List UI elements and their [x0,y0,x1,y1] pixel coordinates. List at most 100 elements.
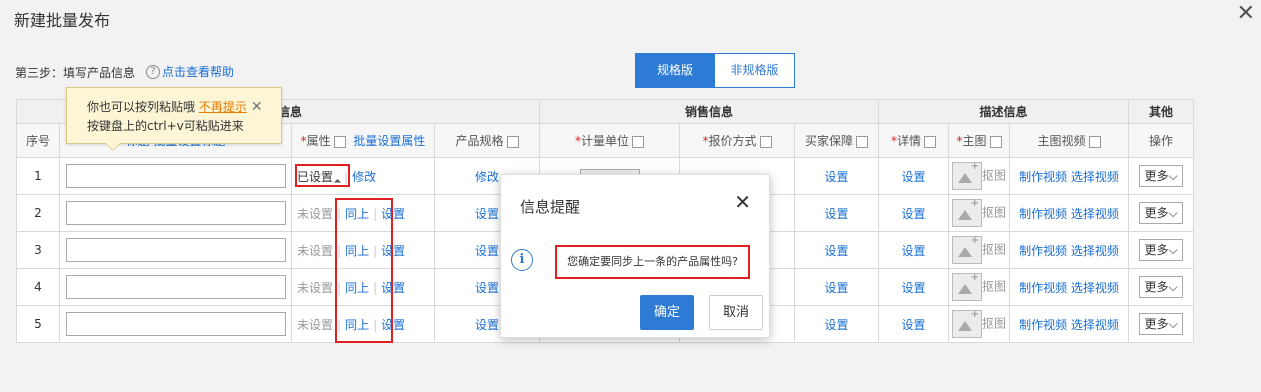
main-img-checkbox[interactable] [989,135,1002,148]
col-main-video: 主图视频 [1009,123,1130,158]
image-placeholder-icon[interactable] [952,198,982,227]
make-video-link[interactable]: 制作视频 [1019,244,1067,258]
row-detail-cell: 设置 [878,157,949,195]
spec-checkbox[interactable] [506,135,519,148]
cutout-link[interactable]: 抠图 [982,280,1006,294]
col-main-img: *主图 [947,123,1011,158]
attr-action-link[interactable]: 设置 [381,281,405,295]
title-input[interactable] [65,238,286,262]
row-op-cell: 更多⌵ [1128,194,1195,232]
detail-link[interactable]: 设置 [901,207,925,221]
guarantee-link[interactable]: 设置 [824,170,848,184]
same-above-link[interactable]: 同上 [345,207,369,221]
image-placeholder-icon[interactable] [952,272,982,301]
choose-video-link[interactable]: 选择视频 [1071,244,1119,258]
row-main-img-cell: 抠图 [947,268,1011,306]
col-unit: *计量单位 [539,123,680,158]
image-placeholder-icon[interactable] [952,309,982,338]
col-seq: 序号 [16,123,60,158]
spec-link[interactable]: 设置 [475,244,499,258]
make-video-link[interactable]: 制作视频 [1019,281,1067,295]
group-sales-info: 销售信息 [539,99,879,124]
row-attr-cell: 已设置 | 修改 [291,157,435,195]
attr-action-link[interactable]: 设置 [381,244,405,258]
more-dropdown[interactable]: 更多⌵ [1139,313,1183,335]
cutout-link[interactable]: 抠图 [982,206,1006,220]
guarantee-link[interactable]: 设置 [824,244,848,258]
confirm-button[interactable]: 确定 [640,295,694,330]
make-video-link[interactable]: 制作视频 [1019,207,1067,221]
guarantee-link[interactable]: 设置 [824,207,848,221]
cutout-link[interactable]: 抠图 [982,169,1006,183]
row-detail-cell: 设置 [878,231,949,269]
guarantee-link[interactable]: 设置 [824,318,848,332]
dont-show-again-link[interactable]: 不再提示 [199,100,247,114]
choose-video-link[interactable]: 选择视频 [1071,318,1119,332]
spec-link[interactable]: 修改 [475,170,499,184]
title-input[interactable] [65,312,286,336]
detail-link[interactable]: 设置 [901,170,925,184]
row-main-img-cell: 抠图 [947,305,1011,343]
row-op-cell: 更多⌵ [1128,305,1195,343]
choose-video-link[interactable]: 选择视频 [1071,281,1119,295]
detail-link[interactable]: 设置 [901,318,925,332]
row-op-cell: 更多⌵ [1128,157,1195,195]
more-dropdown[interactable]: 更多⌵ [1139,276,1183,298]
guarantee-checkbox[interactable] [856,135,868,148]
image-placeholder-icon[interactable] [952,161,982,190]
row-guarantee-cell: 设置 [794,231,879,269]
dropdown-arrow-icon [333,178,342,186]
tab-spec-version[interactable]: 规格版 [635,53,715,88]
same-above-link[interactable]: 同上 [345,318,369,332]
title-input[interactable] [65,164,286,188]
image-placeholder-icon[interactable] [952,235,982,264]
choose-video-link[interactable]: 选择视频 [1071,207,1119,221]
close-icon[interactable]: ✕ [1237,2,1255,26]
more-dropdown[interactable]: 更多⌵ [1139,165,1183,187]
attr-status[interactable]: 已设置 [297,170,333,184]
spec-link[interactable]: 设置 [475,318,499,332]
cutout-link[interactable]: 抠图 [982,243,1006,257]
attr-action-link[interactable]: 设置 [381,207,405,221]
cutout-link[interactable]: 抠图 [982,317,1006,331]
col-spec: 产品规格 [434,123,540,158]
make-video-link[interactable]: 制作视频 [1019,170,1067,184]
tooltip-line2: 按键盘上的ctrl+v可粘贴进来 [87,119,244,133]
tooltip-line1: 你也可以按列粘贴哦 [87,100,196,114]
same-above-link[interactable]: 同上 [345,281,369,295]
same-above-link[interactable]: 同上 [345,244,369,258]
attr-checkbox[interactable] [333,135,346,148]
more-dropdown[interactable]: 更多⌵ [1139,239,1183,261]
cancel-button[interactable]: 取消 [709,295,763,330]
info-icon: i [511,249,533,271]
attr-action-link[interactable]: 修改 [352,170,376,184]
title-input[interactable] [65,275,286,299]
row-attr-cell: 未设置 | 同上 | 设置 [291,194,435,232]
dialog-close-icon[interactable]: ✕ [734,190,751,214]
tooltip-close-icon[interactable]: ✕ [251,99,263,115]
batch-attr-link[interactable]: 批量设置属性 [353,134,425,148]
chevron-down-icon: ⌵ [1168,280,1178,294]
make-video-link[interactable]: 制作视频 [1019,318,1067,332]
price-checkbox[interactable] [759,135,772,148]
tab-non-spec-version[interactable]: 非规格版 [715,53,795,88]
help-link-wrap[interactable]: ? 点击查看帮助 [146,63,234,80]
spec-link[interactable]: 设置 [475,281,499,295]
row-attr-cell: 未设置 | 同上 | 设置 [291,268,435,306]
spec-link[interactable]: 设置 [475,207,499,221]
detail-link[interactable]: 设置 [901,244,925,258]
detail-checkbox[interactable] [924,135,936,148]
detail-link[interactable]: 设置 [901,281,925,295]
title-input[interactable] [65,201,286,225]
main-video-checkbox[interactable] [1088,135,1101,148]
col-guarantee: 买家保障 [794,123,879,158]
unit-checkbox[interactable] [632,135,644,148]
row-op-cell: 更多⌵ [1128,268,1195,306]
attr-action-link[interactable]: 设置 [381,318,405,332]
row-op-cell: 更多⌵ [1128,231,1195,269]
guarantee-link[interactable]: 设置 [824,281,848,295]
paste-tooltip: 你也可以按列粘贴哦 不再提示 ✕ 按键盘上的ctrl+v可粘贴进来 [66,87,282,151]
choose-video-link[interactable]: 选择视频 [1071,170,1119,184]
help-link[interactable]: 点击查看帮助 [162,63,234,80]
more-dropdown[interactable]: 更多⌵ [1139,202,1183,224]
